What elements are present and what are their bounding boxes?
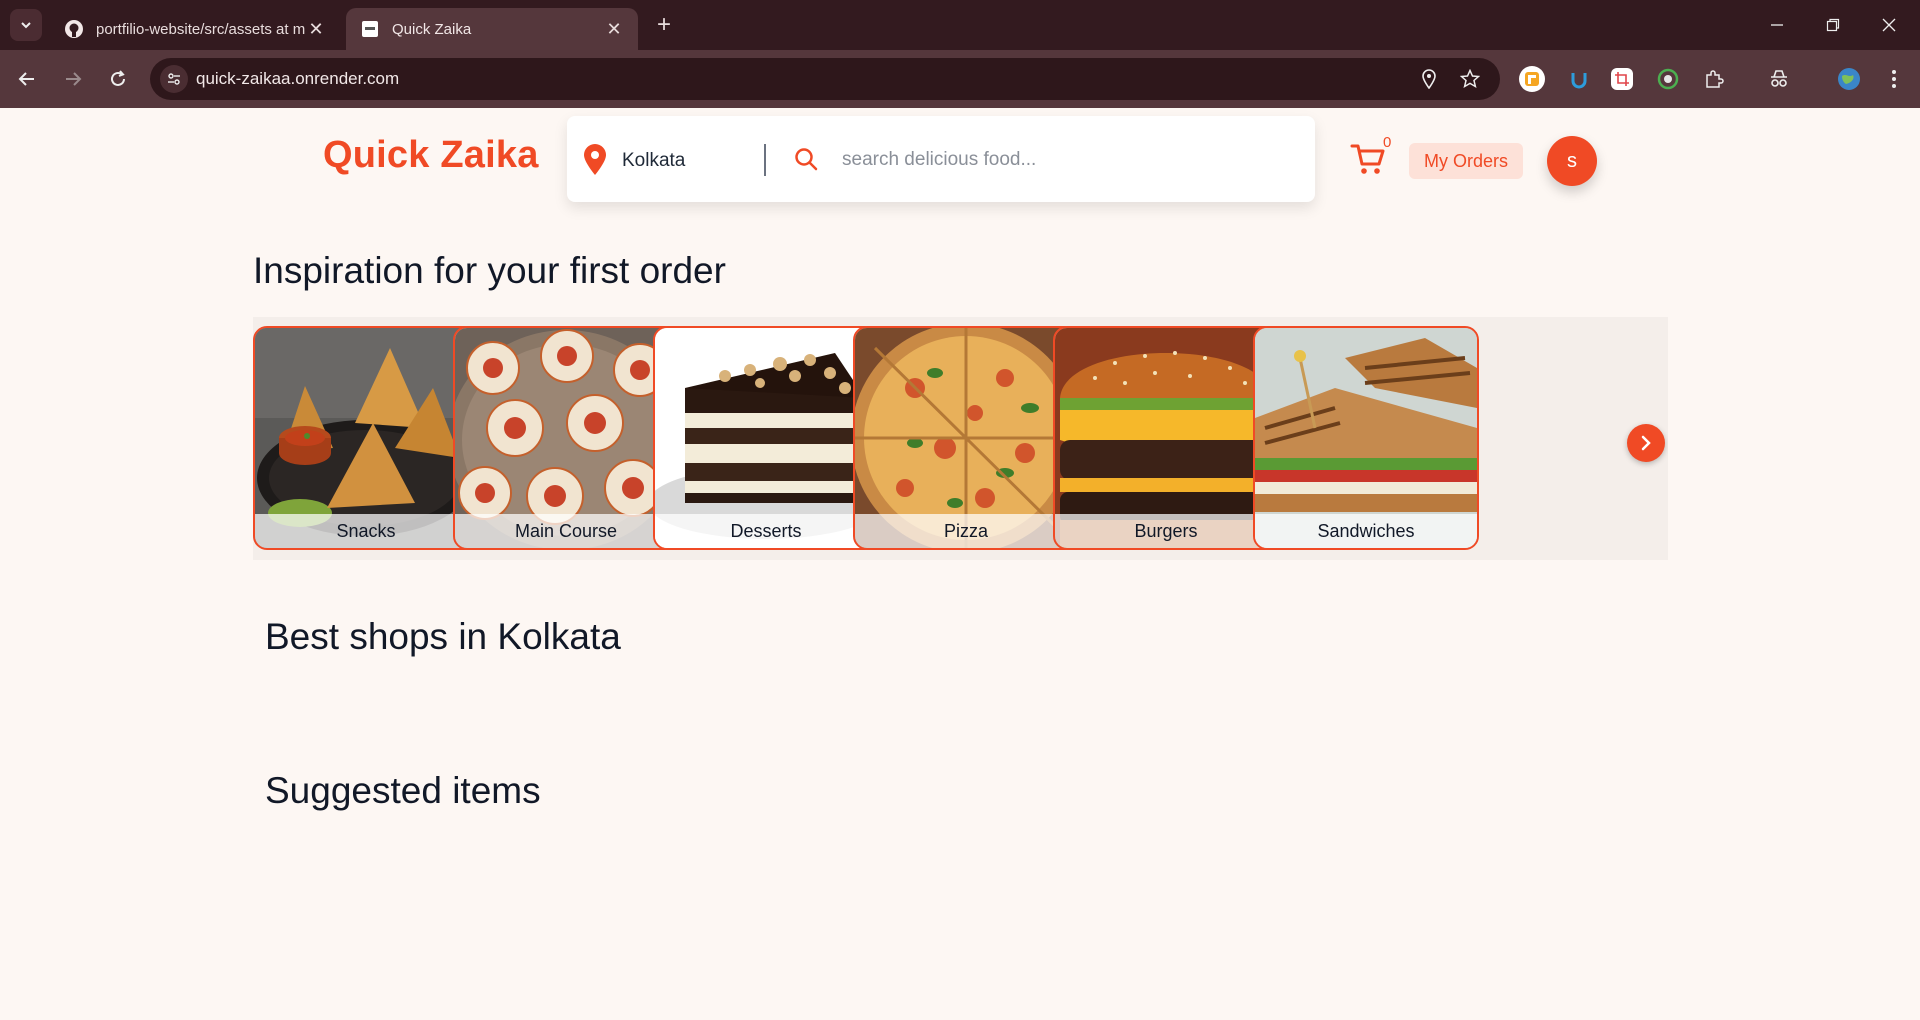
category-label: Burgers [1055, 514, 1277, 548]
inspiration-heading: Inspiration for your first order [253, 250, 726, 291]
restore-icon[interactable] [1818, 10, 1848, 40]
extension-target-icon[interactable] [1655, 66, 1681, 92]
web-page: Quick Zaika Kolkata 0 My Orders s Inspir… [0, 108, 1920, 1020]
category-card-pizza[interactable]: Pizza [853, 326, 1079, 550]
close-tab-icon[interactable]: ✕ [604, 19, 624, 39]
category-label: Sandwiches [1255, 514, 1477, 548]
category-card-main-course[interactable]: Main Course [453, 326, 679, 550]
best-shops-heading: Best shops in Kolkata [265, 616, 621, 657]
user-avatar[interactable]: s [1547, 136, 1597, 186]
browser-toolbar: quick-zaikaa.onrender.com [0, 50, 1920, 108]
minimize-icon[interactable] [1762, 10, 1792, 40]
cart-count-badge: 0 [1383, 134, 1392, 151]
browser-tab-quick-zaika[interactable]: Quick Zaika ✕ [346, 8, 638, 50]
profile-globe-icon[interactable] [1836, 66, 1862, 92]
bookmark-star-icon[interactable] [1459, 68, 1481, 90]
back-arrow-icon[interactable] [12, 64, 42, 94]
category-label: Desserts [655, 514, 877, 548]
browser-tab-strip: portfilio-website/src/assets at m ✕ Quic… [0, 0, 1920, 50]
extensions-puzzle-icon[interactable] [1701, 66, 1727, 92]
category-label: Main Course [455, 514, 677, 548]
forward-arrow-icon[interactable] [58, 64, 88, 94]
search-icon[interactable] [793, 146, 819, 172]
location-search-bar: Kolkata [567, 116, 1315, 202]
site-favicon-icon [360, 19, 380, 39]
category-card-desserts[interactable]: Desserts [653, 326, 879, 550]
category-card-sandwiches[interactable]: Sandwiches [1253, 326, 1479, 550]
close-window-icon[interactable] [1874, 10, 1904, 40]
incognito-icon[interactable] [1766, 66, 1792, 92]
category-carousel: Snacks Main Course Desserts Pizza Burger… [253, 317, 1668, 560]
browser-menu-icon[interactable] [1881, 66, 1907, 92]
tab-title: Quick Zaika [392, 20, 472, 38]
github-icon [64, 19, 84, 39]
category-card-snacks[interactable]: Snacks [253, 326, 479, 550]
shopping-cart-icon[interactable] [1350, 142, 1386, 176]
extension-u-icon[interactable] [1566, 66, 1592, 92]
chevron-down-icon [21, 22, 31, 29]
reload-icon[interactable] [103, 64, 133, 94]
extension-crop-icon[interactable] [1611, 68, 1633, 90]
carousel-next-button[interactable] [1627, 424, 1665, 462]
location-pin-icon[interactable] [1418, 68, 1440, 90]
chevron-right-icon [1641, 435, 1651, 451]
extension-notes-icon[interactable] [1519, 66, 1545, 92]
category-label: Snacks [255, 514, 477, 548]
site-logo[interactable]: Quick Zaika [323, 134, 539, 177]
new-tab-button[interactable]: + [650, 11, 678, 39]
location-text[interactable]: Kolkata [622, 150, 685, 172]
site-settings-icon[interactable] [160, 65, 188, 93]
my-orders-button[interactable]: My Orders [1409, 143, 1523, 179]
location-pin-icon[interactable] [581, 144, 609, 176]
food-search-input[interactable] [842, 144, 1282, 176]
search-divider [764, 144, 766, 176]
browser-tab-github[interactable]: portfilio-website/src/assets at m ✕ [50, 8, 340, 50]
tab-search-button[interactable] [10, 9, 42, 41]
address-bar[interactable]: quick-zaikaa.onrender.com [150, 58, 1500, 100]
suggested-items-heading: Suggested items [265, 770, 541, 811]
category-card-burgers[interactable]: Burgers [1053, 326, 1279, 550]
category-label: Pizza [855, 514, 1077, 548]
close-tab-icon[interactable]: ✕ [306, 19, 326, 39]
tab-title: portfilio-website/src/assets at m [96, 20, 306, 38]
url-text[interactable]: quick-zaikaa.onrender.com [196, 69, 399, 89]
